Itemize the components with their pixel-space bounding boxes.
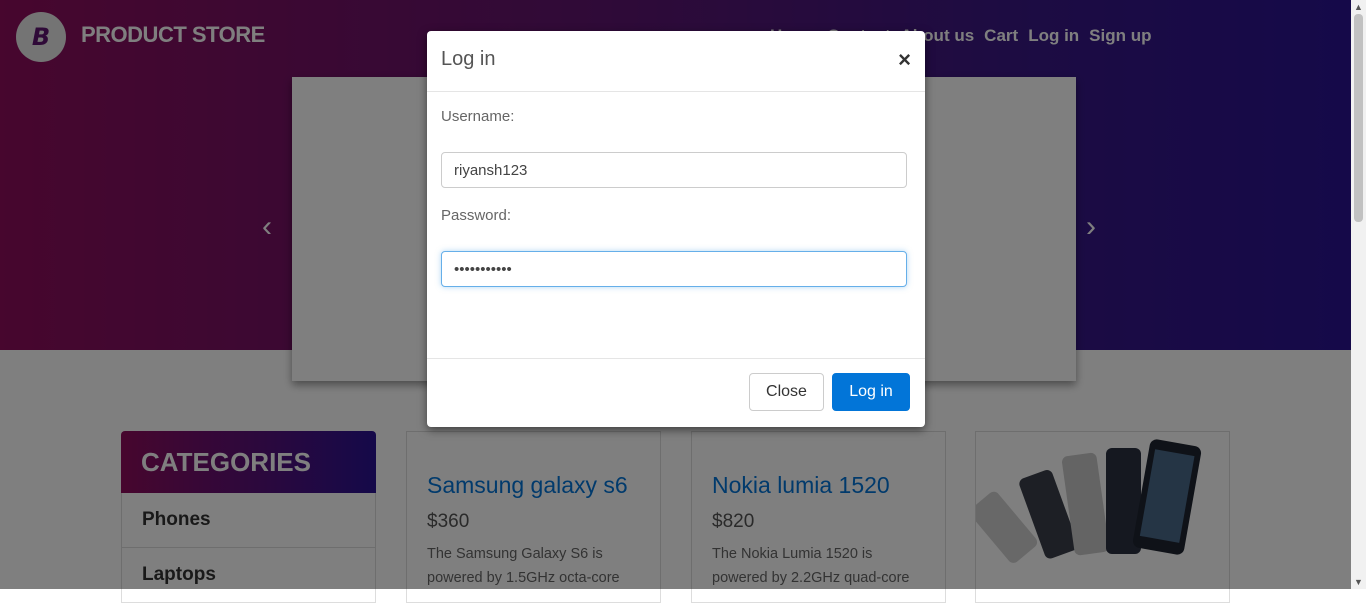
close-icon[interactable]: × — [898, 47, 911, 73]
modal-footer: Close Log in — [427, 358, 925, 428]
scroll-up-icon[interactable]: ▲ — [1354, 2, 1363, 12]
close-button[interactable]: Close — [749, 373, 824, 411]
scrollbar-thumb[interactable] — [1354, 14, 1363, 222]
modal-title: Log in — [441, 48, 496, 70]
password-label: Password: — [441, 207, 512, 224]
login-modal: Log in × Username: riyansh123 Password: … — [427, 31, 925, 427]
scrollbar[interactable]: ▲ ▼ — [1351, 0, 1366, 589]
scroll-down-icon[interactable]: ▼ — [1354, 577, 1363, 587]
login-button[interactable]: Log in — [832, 373, 910, 411]
username-label: Username: — [441, 108, 515, 125]
password-input[interactable]: ••••••••••• — [441, 251, 907, 287]
username-input[interactable]: riyansh123 — [441, 152, 907, 188]
modal-header: Log in × — [427, 31, 925, 92]
